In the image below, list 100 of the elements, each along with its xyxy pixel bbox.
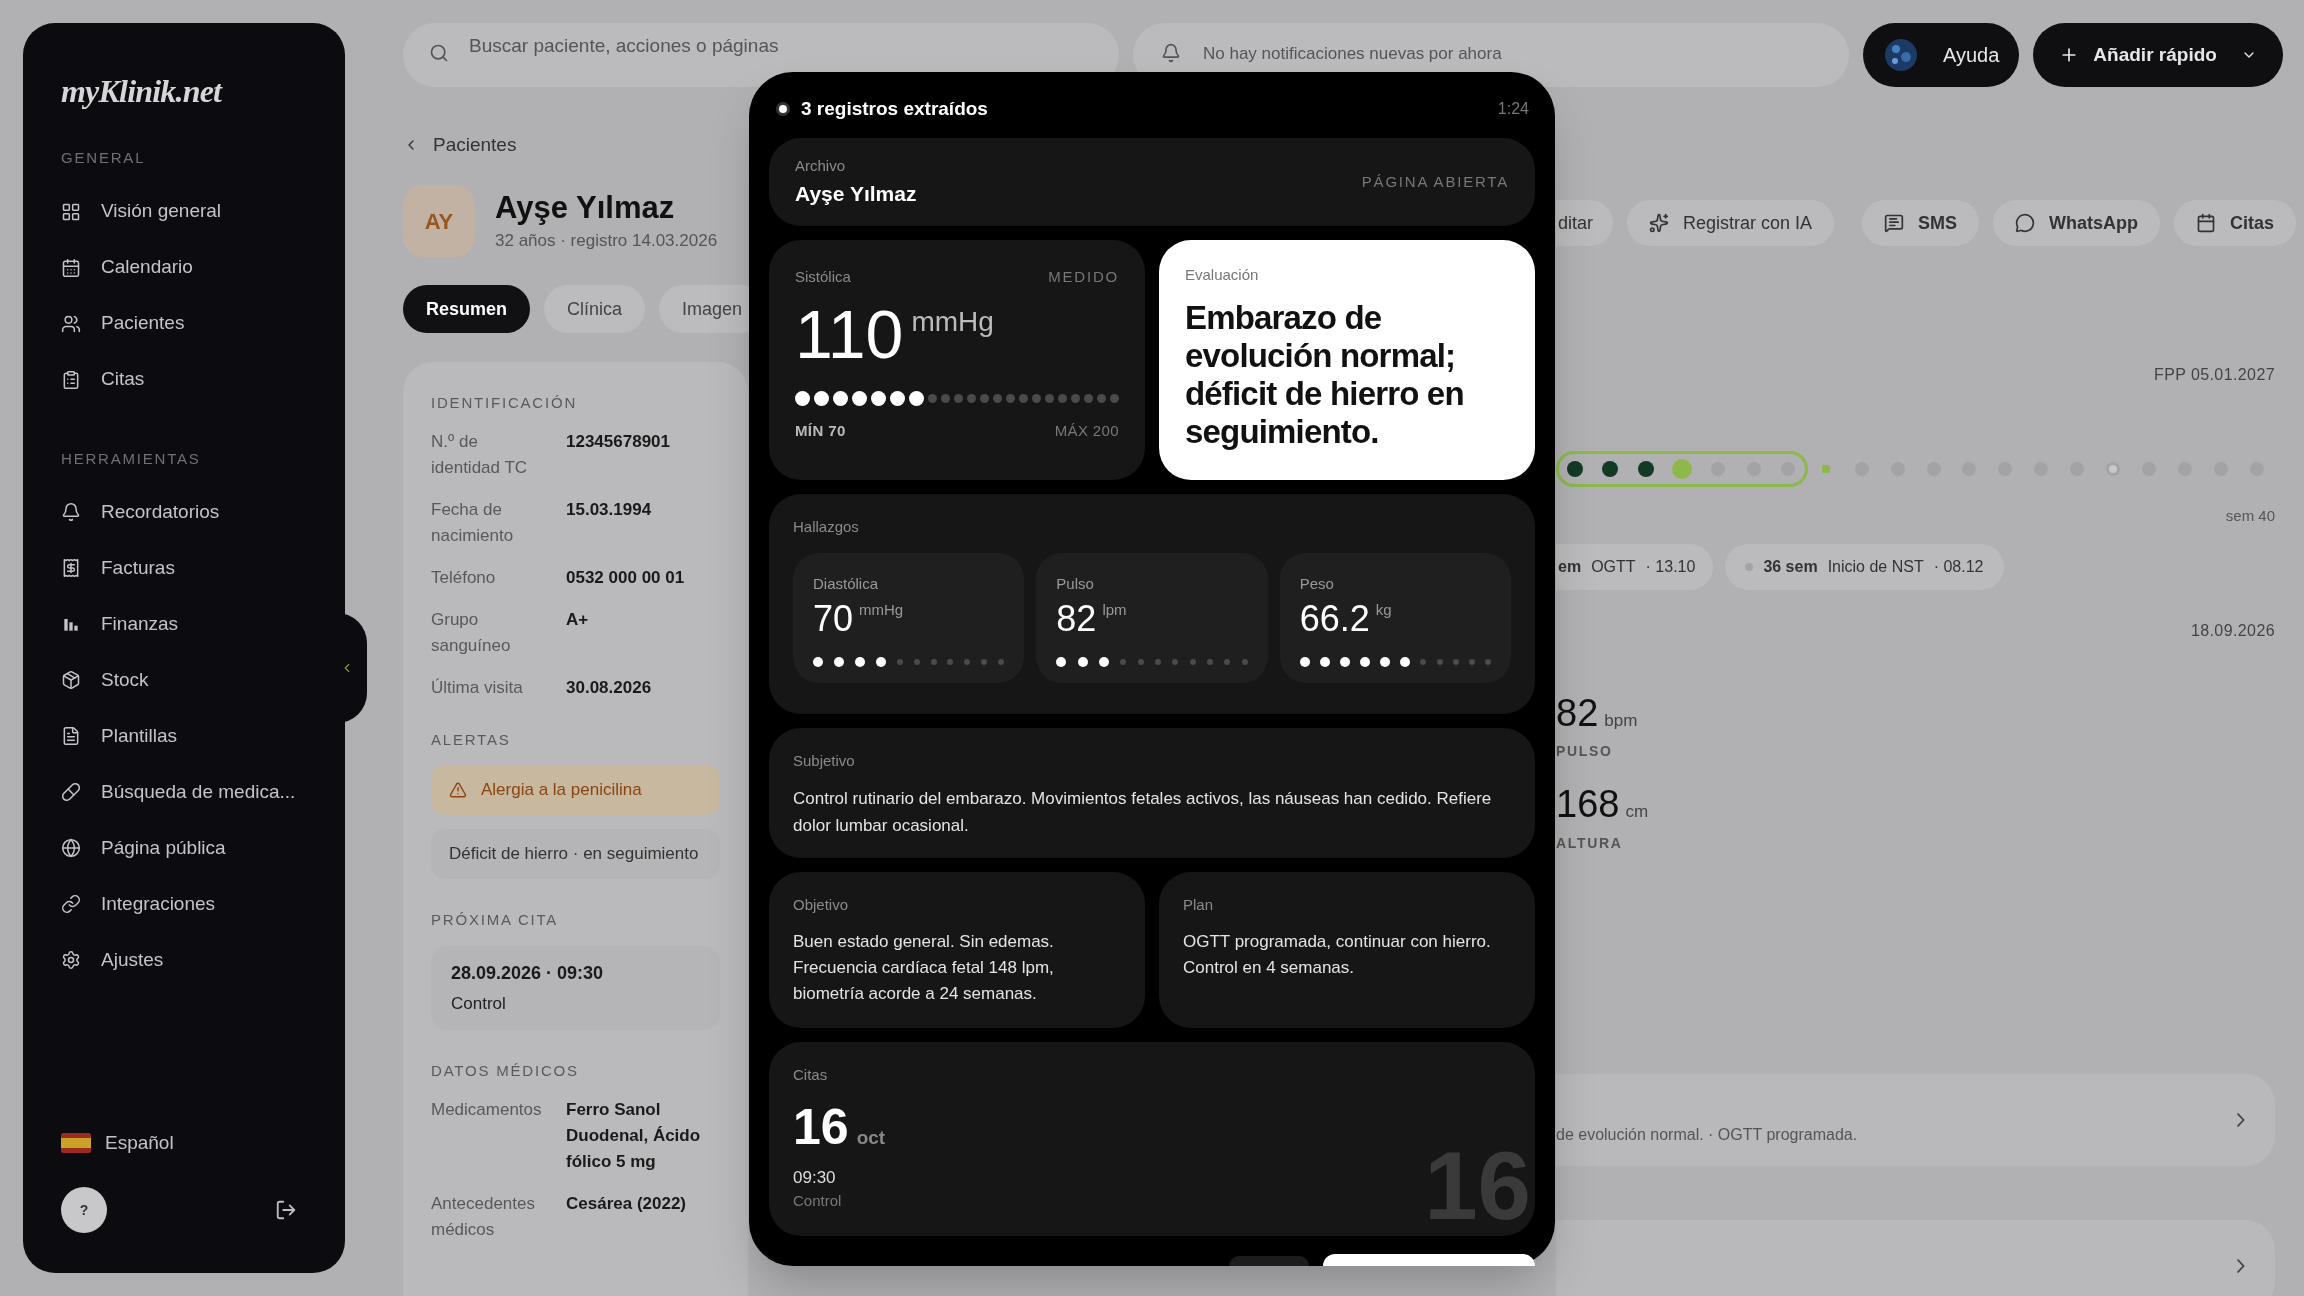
sidebar-item[interactable]: Búsqueda de medica...	[53, 764, 315, 820]
card-label: Subjetivo	[793, 751, 855, 771]
section-heading: PRÓXIMA CITA	[431, 910, 559, 930]
due-date: FPP 05.01.2027	[2154, 365, 2275, 385]
milestone-date: · 08.12	[1933, 556, 1984, 577]
link-icon	[61, 894, 81, 914]
card-label: Citas	[793, 1065, 828, 1085]
milestone-title: OGTT	[1591, 556, 1636, 577]
timer: 1:24	[1497, 99, 1529, 119]
grid-icon	[61, 201, 81, 222]
language-label[interactable]: Español	[105, 1128, 174, 1157]
action-button[interactable]: SMS	[1862, 200, 1980, 246]
open-page-link[interactable]: PÁGINA ABIERTA	[1361, 170, 1509, 194]
card-label: Plan	[1183, 895, 1214, 915]
tab[interactable]: Clínica	[544, 285, 646, 333]
quick-add-button[interactable]: Añadir rápido	[2033, 23, 2283, 87]
appointment-time: 28.09.2026 · 09:30	[451, 961, 605, 985]
finding-unit: mmHg	[859, 600, 904, 620]
sidebar-item[interactable]: Calendario	[53, 239, 315, 296]
systolic-unit: mmHg	[911, 304, 994, 339]
dialog-button[interactable]	[1323, 1254, 1535, 1266]
field-value: 0532 000 00 01	[566, 566, 686, 589]
field-value: 12345678901	[566, 430, 671, 453]
sidebar-item[interactable]: Visión general	[53, 183, 315, 240]
field-value: Ferro Sanol Duodenal, Ácido fólico 5 mg	[566, 1098, 702, 1173]
milestone-week: 36 sem	[1763, 556, 1818, 577]
action-button[interactable]: WhatsApp	[1993, 200, 2161, 246]
appointment-type: Control	[451, 992, 507, 1015]
finding-label: Diastólica	[813, 573, 880, 594]
range-min: MÍN 70	[795, 420, 846, 441]
section-heading: ALERTAS	[431, 729, 511, 750]
people-icon	[61, 313, 81, 334]
finding-value: 66.2	[1299, 599, 1370, 639]
measured-tag: MEDIDO	[1048, 266, 1119, 289]
field-label: Antecedentes médicos	[431, 1192, 536, 1241]
help-button[interactable]: ?	[61, 1187, 107, 1233]
logo[interactable]: myKlinik.net	[61, 75, 222, 107]
sidebar-item[interactable]: Pacientes	[53, 295, 315, 352]
sidebar-item[interactable]: Plantillas	[53, 708, 315, 764]
objective-text: Buen estado general. Sin edemas. Frecuencia cardíaca fetal 148 lpm, biometría acorde a 24 semanas.	[793, 930, 1055, 1005]
plan-text: OGTT programada, continuar con hierro. Control en 4 semanas.	[1183, 930, 1492, 979]
help-button[interactable]: Ayuda	[1863, 23, 2020, 87]
sidebar-item[interactable]: Finanzas	[53, 596, 315, 652]
action-button[interactable]: Citas	[2174, 200, 2297, 246]
action-button[interactable]: ditar	[1556, 200, 1613, 246]
field-label: Grupo sanguíneo	[431, 608, 512, 657]
finding-value: 70	[813, 599, 854, 639]
chevron-right-icon	[2236, 1257, 2245, 1274]
sidebar-item[interactable]: Ajustes	[53, 932, 315, 988]
appointment-month: oct	[856, 1125, 886, 1150]
vital-label: ALTURA	[1556, 833, 1623, 853]
sidebar-item[interactable]: Página pública	[53, 820, 315, 876]
sidebar-item[interactable]: Stock	[53, 652, 315, 708]
card-label: Hallazgos	[793, 517, 859, 537]
sidebar-item[interactable]: Citas	[53, 351, 315, 408]
visit-card[interactable]: de evolución normal. · OGTT programada.	[1556, 1073, 2275, 1166]
milestone-week: em	[1558, 556, 1582, 577]
sidebar-item[interactable]: Integraciones	[53, 876, 315, 932]
appointment-time: 09:30	[793, 1166, 836, 1189]
milestone-date: · 13.10	[1645, 556, 1696, 577]
sidebar-item[interactable]: Facturas	[53, 540, 315, 596]
field-label: Teléfono	[431, 566, 497, 589]
finding-label: Pulso	[1056, 573, 1095, 594]
note-chip: Déficit de hierro · en seguimiento	[431, 829, 720, 879]
flag-icon	[61, 1132, 91, 1153]
field-value: A+	[566, 608, 590, 631]
appointment-card[interactable]: 28.09.2026 · 09:30 Control	[431, 945, 720, 1030]
action-button[interactable]: Registrar con IA	[1627, 200, 1835, 246]
record-icon	[775, 101, 791, 117]
field-label: N.º de identidad TC	[431, 430, 529, 479]
finding-label: Peso	[1299, 573, 1335, 594]
document-icon	[61, 726, 81, 746]
sparkle-icon	[1649, 213, 1669, 233]
vital-unit: bpm	[1604, 709, 1638, 732]
vital-value: 168	[1556, 784, 1620, 824]
avatar: AY	[403, 185, 475, 257]
section-heading: GENERAL	[61, 148, 146, 168]
range-max: MÁX 200	[1054, 420, 1119, 441]
clipboard-icon	[61, 369, 81, 390]
dialog-status: 3 registros extraídos	[801, 96, 988, 121]
chevron-right-icon	[2236, 1111, 2245, 1128]
assessment-text: Embarazo de evolución normal; déficit de hierro en seguimiento.	[1185, 298, 1465, 451]
field-label: Medicamentos	[431, 1098, 543, 1121]
sidebar-item[interactable]: Recordatorios	[53, 484, 315, 540]
logout-icon[interactable]	[275, 1199, 297, 1221]
card-label: Sistólica	[795, 267, 851, 287]
back-link[interactable]: Pacientes	[403, 132, 517, 158]
vital-value: 82	[1556, 692, 1599, 733]
finding-value: 82	[1056, 599, 1097, 639]
patient-subtitle: 32 años · registro 14.03.2026	[495, 230, 718, 253]
globe-icon	[61, 838, 81, 858]
finding-unit: lpm	[1102, 600, 1127, 620]
bell-icon	[61, 502, 81, 522]
card-label: Evaluación	[1185, 265, 1260, 285]
milestone-title: Inicio de NST	[1827, 556, 1924, 577]
notification-text: No hay notificaciones nuevas por ahora	[1203, 43, 1502, 65]
field-label: Última visita	[431, 676, 524, 699]
tab[interactable]: Resumen	[403, 285, 531, 333]
field-value: 15.03.1994	[566, 498, 653, 521]
file-name: Ayşe Yılmaz	[795, 180, 917, 207]
